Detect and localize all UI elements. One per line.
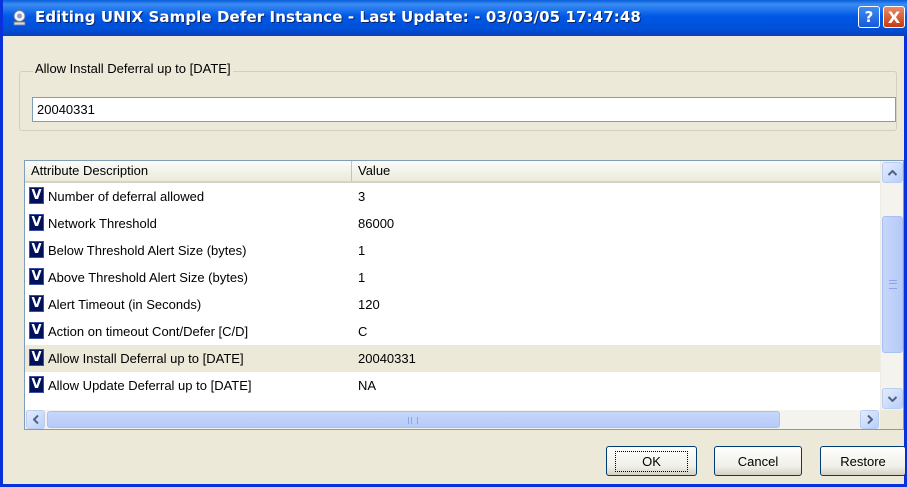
value-input[interactable]	[32, 97, 896, 122]
cancel-button[interactable]: Cancel	[714, 446, 802, 476]
chevron-up-icon	[888, 169, 897, 176]
help-icon: ?	[864, 8, 874, 26]
table-row[interactable]: V Below Threshold Alert Size (bytes) 1	[25, 237, 880, 264]
attribute-value: 1	[358, 243, 366, 258]
ok-button[interactable]: OK	[606, 446, 697, 476]
ok-button-label: OK	[615, 450, 688, 472]
scroll-up-button[interactable]	[882, 162, 903, 183]
column-header-description[interactable]: Attribute Description	[25, 161, 352, 181]
attribute-list[interactable]: Attribute Description Value V Number of d…	[24, 160, 904, 430]
attribute-description: Action on timeout Cont/Defer [C/D]	[48, 324, 249, 339]
variable-icon: V	[29, 241, 44, 258]
restore-button[interactable]: Restore	[820, 446, 906, 476]
attribute-description: Network Threshold	[48, 216, 157, 231]
attribute-description: Allow Update Deferral up to [DATE]	[48, 378, 252, 393]
help-button[interactable]: ?	[858, 6, 880, 28]
table-row[interactable]: V Allow Update Deferral up to [DATE] NA	[25, 372, 880, 399]
variable-icon: V	[29, 187, 44, 204]
attribute-description: Alert Timeout (in Seconds)	[48, 297, 202, 312]
attribute-description: Above Threshold Alert Size (bytes)	[48, 270, 248, 285]
attribute-value: NA	[358, 378, 377, 393]
attribute-value: 20040331	[358, 351, 416, 366]
table-row[interactable]: V Action on timeout Cont/Defer [C/D] C	[25, 318, 880, 345]
scroll-left-button[interactable]	[26, 410, 45, 429]
attribute-value: 86000	[358, 216, 395, 231]
scroll-right-button[interactable]	[860, 410, 879, 429]
chevron-left-icon	[32, 415, 39, 424]
vertical-scrollbar[interactable]	[880, 161, 903, 410]
table-row[interactable]: V Number of deferral allowed 3	[25, 183, 880, 210]
attribute-value: 1	[358, 270, 366, 285]
dialog-window: Editing UNIX Sample Defer Instance - Las…	[0, 0, 907, 487]
variable-icon: V	[29, 349, 44, 366]
variable-icon: V	[29, 322, 44, 339]
variable-icon: V	[29, 376, 44, 393]
column-header-value[interactable]: Value	[352, 161, 880, 181]
close-button[interactable]: X	[883, 6, 905, 28]
grip-icon	[889, 280, 897, 289]
attribute-description: Below Threshold Alert Size (bytes)	[48, 243, 247, 258]
grip-icon	[408, 417, 418, 424]
list-rows: V Number of deferral allowed 3 V Network Thr…	[25, 183, 880, 399]
attribute-value: C	[358, 324, 368, 339]
table-row[interactable]: V Network Threshold 86000	[25, 210, 880, 237]
scroll-down-button[interactable]	[882, 388, 903, 409]
window-title: Editing UNIX Sample Defer Instance - Las…	[35, 8, 641, 26]
table-row[interactable]: V Above Threshold Alert Size (bytes) 1	[25, 264, 880, 291]
attribute-description: Allow Install Deferral up to [DATE]	[48, 351, 244, 366]
variable-icon: V	[29, 268, 44, 285]
variable-icon: V	[29, 295, 44, 312]
attribute-value: 120	[358, 297, 380, 312]
close-icon: X	[887, 7, 901, 27]
attribute-description: Number of deferral allowed	[48, 189, 205, 204]
scrollbar-corner	[880, 410, 903, 429]
app-icon	[13, 10, 26, 26]
list-header: Attribute Description Value	[25, 161, 880, 183]
chevron-down-icon	[888, 395, 897, 402]
title-bar[interactable]: Editing UNIX Sample Defer Instance - Las…	[3, 0, 907, 36]
table-row[interactable]: V Allow Install Deferral up to [DATE] 2004…	[25, 345, 880, 372]
chevron-right-icon	[866, 415, 873, 424]
horizontal-scroll-thumb[interactable]	[47, 411, 780, 428]
attribute-value: 3	[358, 189, 366, 204]
groupbox-legend: Allow Install Deferral up to [DATE]	[33, 61, 233, 76]
variable-icon: V	[29, 214, 44, 231]
table-row[interactable]: V Alert Timeout (in Seconds) 120	[25, 291, 880, 318]
vertical-scroll-thumb[interactable]	[882, 216, 903, 353]
horizontal-scrollbar[interactable]	[25, 410, 880, 429]
